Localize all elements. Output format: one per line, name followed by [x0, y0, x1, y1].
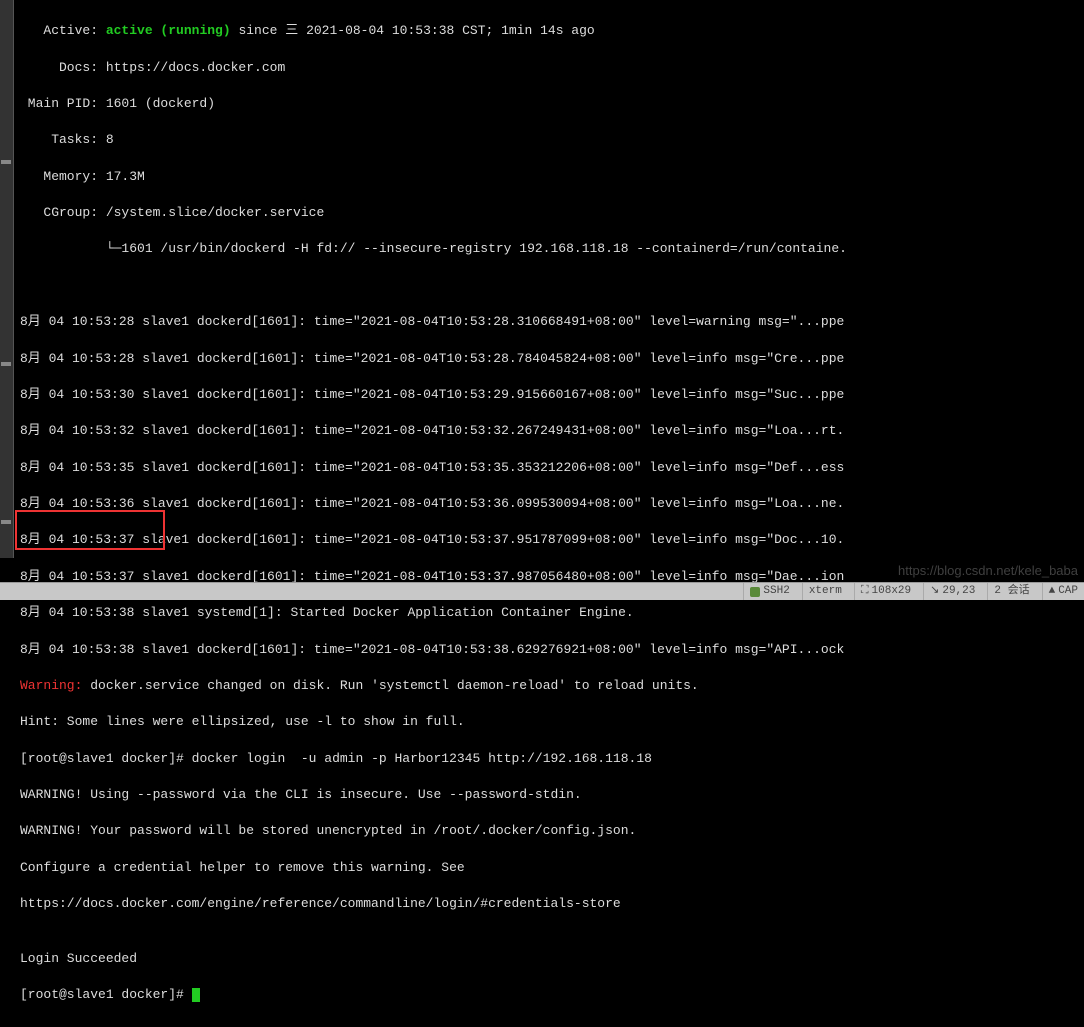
status-active: Active: active (running) since 三 2021-08…: [20, 22, 1076, 40]
warning-line: Warning: docker.service changed on disk.…: [20, 677, 1076, 695]
output-line: https://docs.docker.com/engine/reference…: [20, 895, 1076, 913]
log-line: 8月 04 10:53:32 slave1 dockerd[1601]: tim…: [20, 422, 1076, 440]
pos-icon: ↘: [930, 584, 939, 599]
up-icon: ▲: [1049, 584, 1056, 599]
login-succeeded-line: Login Succeeded: [20, 950, 1076, 968]
active-running-text: active (running): [106, 23, 231, 38]
prompt-line: [root@slave1 docker]#: [20, 986, 1076, 1004]
log-line: 8月 04 10:53:28 slave1 dockerd[1601]: tim…: [20, 313, 1076, 331]
status-mainpid: Main PID: 1601 (dockerd): [20, 95, 1076, 113]
log-line: 8月 04 10:53:37 slave1 dockerd[1601]: tim…: [20, 531, 1076, 549]
terminal-output[interactable]: Active: active (running) since 三 2021-08…: [0, 0, 1084, 1027]
status-cgroup-child: └─1601 /usr/bin/dockerd -H fd:// --insec…: [20, 240, 1076, 258]
log-line: 8月 04 10:53:36 slave1 dockerd[1601]: tim…: [20, 495, 1076, 513]
prompt-line: [root@slave1 docker]# docker login -u ad…: [20, 750, 1076, 768]
output-line: Configure a credential helper to remove …: [20, 859, 1076, 877]
lock-icon: [750, 587, 760, 597]
log-line: 8月 04 10:53:30 slave1 dockerd[1601]: tim…: [20, 386, 1076, 404]
status-memory: Memory: 17.3M: [20, 168, 1076, 186]
status-cgroup: CGroup: /system.slice/docker.service: [20, 204, 1076, 222]
status-tasks: Tasks: 8: [20, 131, 1076, 149]
status-docs: Docs: https://docs.docker.com: [20, 59, 1076, 77]
warning-label: Warning:: [20, 678, 82, 693]
status-ssh: SSH2: [743, 583, 789, 600]
shell-prompt: [root@slave1 docker]#: [20, 751, 192, 766]
command-text: docker login -u admin -p Harbor12345 htt…: [192, 751, 652, 766]
status-size: ⛶ 108x29: [854, 583, 911, 600]
log-line: 8月 04 10:53:28 slave1 dockerd[1601]: tim…: [20, 350, 1076, 368]
hint-line: Hint: Some lines were ellipsized, use -l…: [20, 713, 1076, 731]
size-icon: ⛶: [861, 584, 869, 599]
shell-prompt: [root@slave1 docker]#: [20, 987, 192, 1002]
log-line: 8月 04 10:53:35 slave1 dockerd[1601]: tim…: [20, 459, 1076, 477]
status-sess: 2 会话: [987, 583, 1029, 600]
cursor: [192, 988, 200, 1002]
status-bar: SSH2 xterm ⛶ 108x29 ↘ 29,23 2 会话 ▲ CAP: [0, 582, 1084, 600]
status-cap: ▲ CAP: [1042, 583, 1078, 600]
output-line: WARNING! Using --password via the CLI is…: [20, 786, 1076, 804]
watermark-text: https://blog.csdn.net/kele_baba: [898, 562, 1078, 580]
blank-line: [20, 277, 1076, 295]
log-line: 8月 04 10:53:38 slave1 dockerd[1601]: tim…: [20, 641, 1076, 659]
status-term: xterm: [802, 583, 842, 600]
log-line: 8月 04 10:53:38 slave1 systemd[1]: Starte…: [20, 604, 1076, 622]
output-line: WARNING! Your password will be stored un…: [20, 822, 1076, 840]
status-pos: ↘ 29,23: [923, 583, 975, 600]
